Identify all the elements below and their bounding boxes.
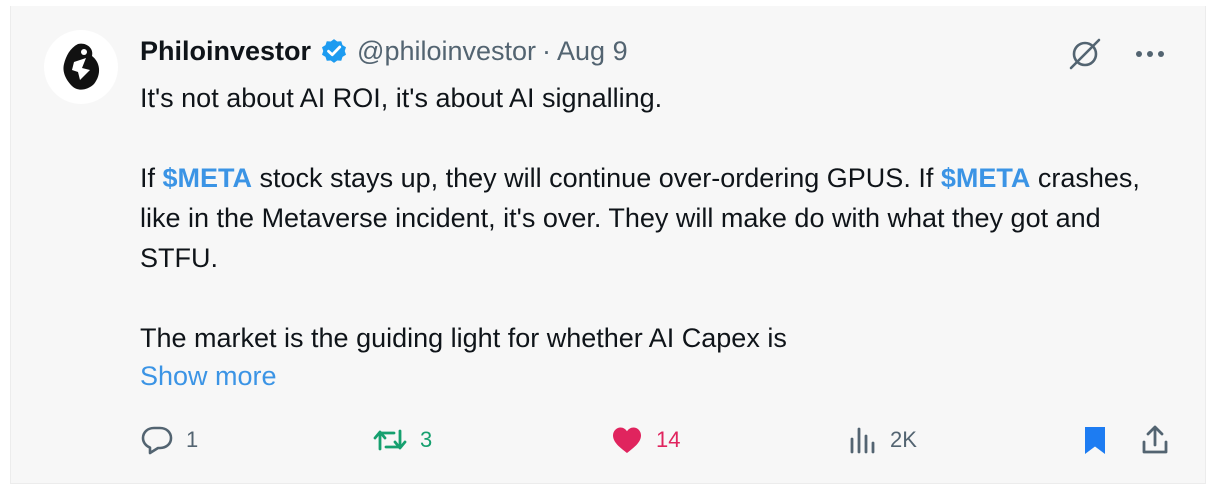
repost-button[interactable]: 3 xyxy=(372,420,432,460)
views-button[interactable]: 2K xyxy=(848,420,917,460)
post-top-actions xyxy=(1067,36,1165,72)
verified-badge-icon xyxy=(319,36,349,66)
bookmark-icon xyxy=(1082,424,1108,456)
show-more-link[interactable]: Show more xyxy=(140,356,277,396)
tweet-card[interactable]: Philoinvestor @philoinvestor · Aug 9 It'… xyxy=(10,6,1206,484)
post-header: Philoinvestor @philoinvestor · Aug 9 xyxy=(140,34,628,68)
author-name[interactable]: Philoinvestor xyxy=(140,36,311,67)
bookmark-button[interactable] xyxy=(1082,420,1108,460)
repost-icon xyxy=(372,425,408,455)
views-count: 2K xyxy=(890,427,917,452)
post-actions-bar: 1 3 14 2K xyxy=(140,420,1180,460)
post-text: It's not about AI ROI, it's about AI sig… xyxy=(140,78,1160,358)
post-text-paragraph2: If $META stock stays up, they will conti… xyxy=(140,163,1140,273)
share-icon xyxy=(1140,424,1170,456)
more-icon[interactable] xyxy=(1135,49,1165,59)
abstract-figure-logo-icon xyxy=(63,43,100,90)
like-icon xyxy=(610,425,644,455)
author-handle[interactable]: @philoinvestor xyxy=(357,36,536,67)
cashtag-link[interactable]: $META xyxy=(941,163,1031,193)
like-count: 14 xyxy=(656,427,681,452)
grok-icon[interactable] xyxy=(1067,36,1103,72)
post-text-line1: It's not about AI ROI, it's about AI sig… xyxy=(140,83,663,113)
repost-count: 3 xyxy=(420,427,433,452)
author-avatar[interactable] xyxy=(44,30,118,104)
share-button[interactable] xyxy=(1140,420,1170,460)
separator-dot: · xyxy=(542,35,552,66)
post-text-paragraph3: The market is the guiding light for whet… xyxy=(140,323,787,353)
cashtag-link[interactable]: $META xyxy=(163,163,253,193)
like-button[interactable]: 14 xyxy=(610,420,680,460)
reply-icon xyxy=(140,424,174,456)
reply-count: 1 xyxy=(186,427,199,452)
post-date[interactable]: Aug 9 xyxy=(557,36,628,67)
reply-button[interactable]: 1 xyxy=(140,420,198,460)
views-icon xyxy=(848,425,878,455)
